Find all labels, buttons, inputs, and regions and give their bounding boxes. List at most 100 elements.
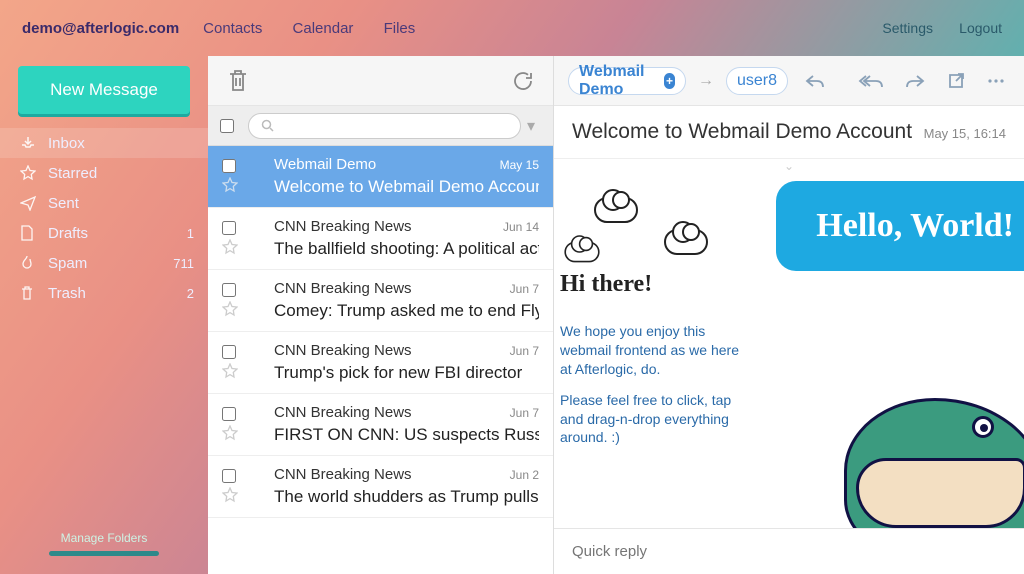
- topbar: demo@afterlogic.com Contacts Calendar Fi…: [0, 0, 1024, 56]
- folder-list: Inbox Starred Sent Drafts 1 Spam 711 Trash…: [0, 128, 208, 308]
- reader-toolbar: Webmail Demo+ → user8: [554, 56, 1024, 106]
- message-from: CNN Breaking News: [274, 280, 504, 297]
- folder-sent[interactable]: Sent: [0, 188, 208, 218]
- message-checkbox[interactable]: [222, 345, 236, 359]
- sender-chip[interactable]: Webmail Demo+: [568, 67, 686, 95]
- folder-count: 1: [187, 226, 194, 241]
- body-paragraph: We hope you enjoy this webmail frontend …: [560, 322, 740, 379]
- select-all-checkbox[interactable]: [220, 119, 234, 133]
- paperplane-icon: [20, 195, 38, 211]
- cloud-decoration: [564, 242, 599, 263]
- reply-button[interactable]: [800, 68, 830, 94]
- folder-drafts[interactable]: Drafts 1: [0, 218, 208, 248]
- new-message-button[interactable]: New Message: [18, 66, 190, 114]
- message-item[interactable]: CNN Breaking NewsJun 7Comey: Trump asked…: [208, 270, 553, 332]
- body-heading: Hi there!: [560, 271, 740, 298]
- folder-label: Spam: [48, 255, 87, 272]
- list-toolbar: [208, 56, 553, 106]
- message-subject: Welcome to Webmail Demo Account: [274, 177, 539, 197]
- recipient-chip[interactable]: user8: [726, 67, 788, 95]
- star-icon[interactable]: [222, 425, 268, 441]
- folder-label: Trash: [48, 285, 86, 302]
- star-icon[interactable]: [222, 487, 268, 503]
- message-from: CNN Breaking News: [274, 466, 504, 483]
- nav-logout[interactable]: Logout: [959, 20, 1002, 36]
- star-icon[interactable]: [222, 301, 268, 317]
- reply-all-button[interactable]: [854, 68, 888, 94]
- message-from: CNN Breaking News: [274, 218, 497, 235]
- cloud-decoration: [664, 229, 708, 255]
- folder-label: Drafts: [48, 225, 88, 242]
- manage-folders-link[interactable]: Manage Folders: [0, 531, 208, 556]
- quick-reply-input[interactable]: [572, 543, 1006, 560]
- message-checkbox[interactable]: [222, 283, 236, 297]
- expand-header-icon[interactable]: ⌄: [554, 159, 1024, 171]
- nav-contacts[interactable]: Contacts: [203, 20, 262, 37]
- message-list-pane: ▾ Webmail Demo May 15 Welcome to Webmail D…: [208, 56, 554, 574]
- reader-subject: Welcome to Webmail Demo Account: [572, 120, 912, 144]
- topnav: Contacts Calendar Files: [203, 20, 441, 37]
- reader-pane: Webmail Demo+ → user8 Welcome to Webmail…: [554, 56, 1024, 574]
- message-checkbox[interactable]: [222, 221, 236, 235]
- forward-button[interactable]: [900, 68, 930, 94]
- message-item[interactable]: Webmail Demo May 15 Welcome to Webmail Dem…: [208, 146, 553, 208]
- message-item[interactable]: CNN Breaking News Jun 14 The ballfield sho…: [208, 208, 553, 270]
- message-item[interactable]: CNN Breaking News Jun 2 The world shudders…: [208, 456, 553, 518]
- message-date: Jun 14: [503, 220, 539, 234]
- message-date: May 15: [500, 158, 539, 172]
- reader-header: Welcome to Webmail Demo Account May 15, …: [554, 106, 1024, 159]
- star-icon[interactable]: [222, 363, 268, 379]
- message-checkbox[interactable]: [222, 159, 236, 173]
- nav-settings[interactable]: Settings: [882, 20, 933, 36]
- inbox-icon: [20, 135, 38, 151]
- message-checkbox[interactable]: [222, 469, 236, 483]
- message-from: Webmail Demo: [274, 156, 494, 173]
- folder-inbox[interactable]: Inbox: [0, 128, 208, 158]
- more-button[interactable]: [982, 72, 1010, 90]
- message-subject: FIRST ON CNN: US suspects Russian: [274, 425, 539, 445]
- dino-illustration: [794, 348, 1024, 528]
- message-date: Jun 7: [510, 406, 539, 420]
- message-date: Jun 2: [510, 468, 539, 482]
- refresh-button[interactable]: [511, 69, 535, 93]
- cloud-decoration: [594, 197, 638, 223]
- folder-label: Starred: [48, 165, 97, 182]
- nav-files[interactable]: Files: [384, 20, 416, 37]
- delete-button[interactable]: [226, 67, 250, 95]
- message-subject: The ballfield shooting: A political act …: [274, 239, 539, 259]
- message-from: CNN Breaking News: [274, 404, 504, 421]
- account-email[interactable]: demo@afterlogic.com: [22, 20, 179, 37]
- message-date: Jun 7: [510, 282, 539, 296]
- message-subject: Trump's pick for new FBI director: [274, 363, 539, 383]
- folder-starred[interactable]: Starred: [0, 158, 208, 188]
- hello-bubble: Hello, World!: [776, 181, 1024, 271]
- fire-icon: [20, 255, 38, 271]
- star-icon: [20, 165, 38, 181]
- star-icon[interactable]: [222, 177, 268, 193]
- reader-body: Hello, World! Hi there! We hope you enjo…: [554, 171, 1024, 528]
- message-item[interactable]: CNN Breaking NewsJun 7Trump's pick for n…: [208, 332, 553, 394]
- folder-spam[interactable]: Spam 711: [0, 248, 208, 278]
- message-list: Webmail Demo May 15 Welcome to Webmail Dem…: [208, 146, 553, 574]
- search-input[interactable]: [280, 118, 508, 133]
- message-subject: The world shudders as Trump pulls US: [274, 487, 539, 507]
- sidebar: New Message Inbox Starred Sent Drafts 1 S…: [0, 56, 208, 574]
- open-new-window-button[interactable]: [942, 67, 970, 95]
- reader-date: May 15, 16:14: [924, 126, 1006, 141]
- message-checkbox[interactable]: [222, 407, 236, 421]
- body-paragraph: Please feel free to click, tap and drag-…: [560, 391, 740, 448]
- star-icon[interactable]: [222, 239, 268, 255]
- search-input-wrapper[interactable]: [248, 113, 521, 139]
- folder-trash[interactable]: Trash 2: [0, 278, 208, 308]
- search-dropdown[interactable]: ▾: [527, 113, 541, 139]
- add-contact-icon[interactable]: +: [664, 73, 675, 89]
- search-icon: [261, 119, 274, 132]
- file-icon: [20, 225, 38, 241]
- folder-count: 2: [187, 286, 194, 301]
- message-item[interactable]: CNN Breaking News Jun 7 FIRST ON CNN: US s…: [208, 394, 553, 456]
- message-from: CNN Breaking News: [274, 342, 504, 359]
- quota-bar: [49, 551, 159, 556]
- nav-calendar[interactable]: Calendar: [293, 20, 354, 37]
- folder-count: 711: [173, 256, 194, 271]
- search-row: ▾: [208, 106, 553, 146]
